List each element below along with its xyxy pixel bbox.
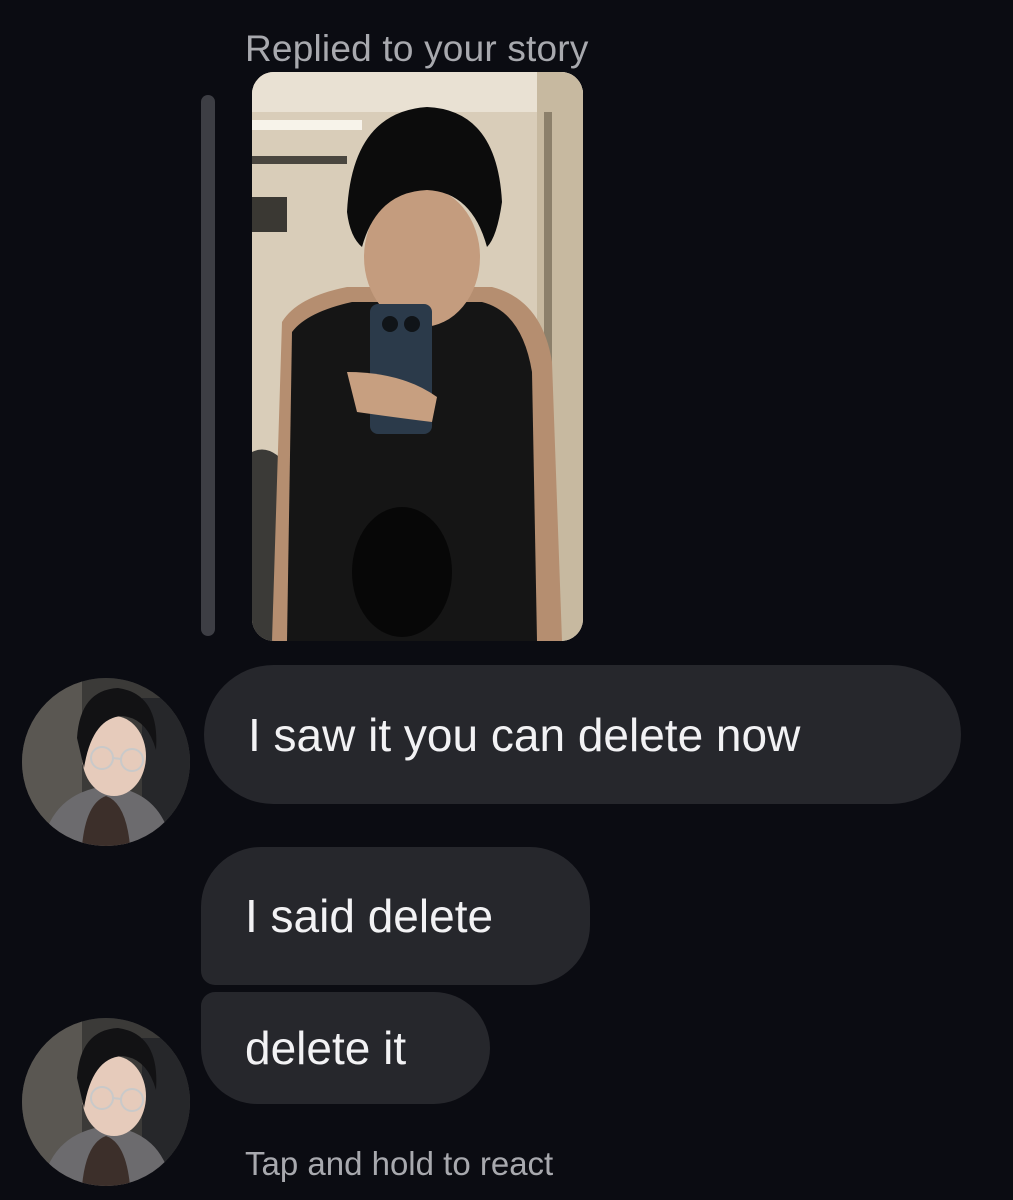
message-bubble[interactable]: I said delete: [201, 847, 590, 985]
dm-thread: Replied to your story I saw it you can d…: [0, 0, 1013, 1200]
reply-quote-bar: [201, 95, 215, 636]
avatar-photo: [22, 678, 190, 846]
message-bubble[interactable]: delete it: [201, 992, 490, 1104]
message-text: I said delete: [245, 890, 494, 942]
sender-avatar[interactable]: [22, 678, 190, 846]
story-thumbnail[interactable]: [252, 72, 583, 641]
message-text: I saw it you can delete now: [248, 708, 801, 761]
replied-to-story-label: Replied to your story: [245, 28, 589, 69]
story-photo: [252, 72, 583, 641]
message-text: delete it: [245, 1022, 407, 1074]
tap-and-hold-hint: Tap and hold to react: [245, 1145, 554, 1182]
avatar-photo: [22, 1018, 190, 1186]
message-bubble[interactable]: I saw it you can delete now: [204, 665, 961, 804]
sender-avatar[interactable]: [22, 1018, 190, 1186]
